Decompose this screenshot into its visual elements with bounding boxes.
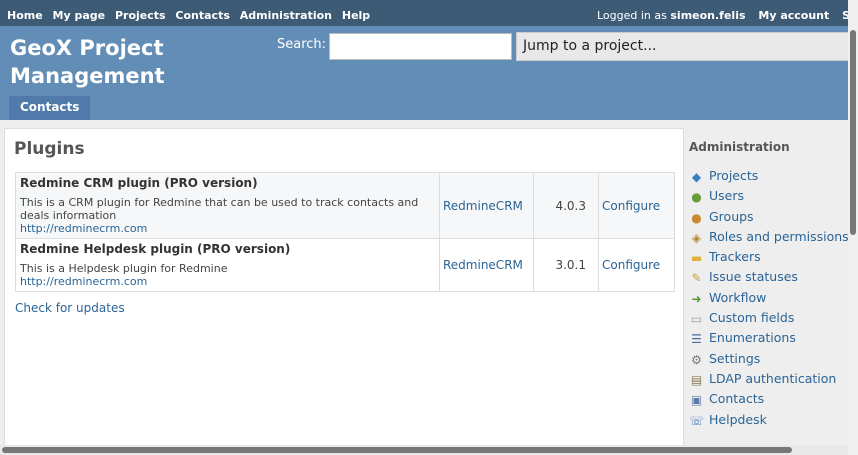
user-icon: ● [691,190,702,205]
plugin-description: This is a Helpdesk plugin for Redmine [20,262,228,275]
projects-icon: ◆ [691,170,702,184]
plugin-configure-cell: Configure [598,238,675,292]
logged-in-as: Logged in as simeon.felis [597,9,746,22]
plugin-author-cell: RedmineCRM [439,172,534,239]
plugin-version: 3.0.1 [533,238,599,292]
sidebar-item-users[interactable]: ● Users [689,188,858,208]
sidebar-item-settings[interactable]: ⚙ Settings [689,351,858,371]
top-menu-links: Home My page Projects Contacts Administr… [4,9,373,22]
workflow-icon: ➜ [691,291,702,306]
horizontal-scrollbar-thumb[interactable] [2,447,792,453]
plugin-author-cell: RedmineCRM [439,238,534,292]
top-menu-projects[interactable]: Projects [115,9,166,22]
top-menu-help[interactable]: Help [342,9,370,22]
plugin-description: This is a CRM plugin for Redmine that ca… [20,196,419,222]
sidebar-item-workflow[interactable]: ➜ Workflow [689,290,858,310]
plugin-version: 4.0.3 [533,172,599,239]
top-menu-home[interactable]: Home [7,9,43,22]
plugin-configure-cell: Configure [598,172,675,239]
sidebar-item-trackers[interactable]: ▬ Trackers [689,249,858,269]
sidebar-item-label[interactable]: Users [709,188,744,203]
sidebar-item-label[interactable]: Custom fields [709,310,794,325]
sidebar-item-label[interactable]: Issue statuses [709,269,798,284]
top-menu: Home My page Projects Contacts Administr… [0,0,858,26]
sidebar-item-enumerations[interactable]: ☰ Enumerations [689,330,858,350]
admin-menu: ◆ Projects ● Users ● Groups ◈ Roles and perm… [689,168,858,432]
top-menu-administration[interactable]: Administration [240,9,332,22]
contact-card-icon: ▣ [690,393,703,408]
plugin-author-link[interactable]: RedmineCRM [443,199,523,213]
sidebar-item-helpdesk[interactable]: ☏ Helpdesk [689,412,858,432]
sidebar-item-projects[interactable]: ◆ Projects [689,168,858,188]
check-for-updates-link[interactable]: Check for updates [15,301,125,315]
header: GeoX Project Management Search: Jump to … [0,26,858,120]
sidebar-item-label[interactable]: Contacts [709,391,764,406]
search-label: Search: [277,37,327,52]
plugin-name-cell: Redmine CRM plugin (PRO version) This is… [15,172,440,239]
sidebar-title: Administration [689,140,790,154]
page-title: Plugins [14,139,85,159]
gear-icon: ⚙ [691,352,702,367]
table-row: Redmine Helpdesk plugin (PRO version) Th… [15,238,675,292]
sidebar-item-custom-fields[interactable]: ▭ Custom fields [689,310,858,330]
key-icon: ◈ [691,230,702,245]
horizontal-scrollbar[interactable] [0,445,848,455]
list-icon: ☰ [691,332,702,347]
sidebar-item-label[interactable]: Trackers [709,249,761,264]
plugin-url-link[interactable]: http://redminecrm.com [20,275,435,288]
current-user[interactable]: simeon.felis [670,9,745,22]
sidebar-item-label[interactable]: Helpdesk [709,412,767,427]
sidebar: Administration ◆ Projects ● Users ● Groups … [689,140,858,432]
plugins-table: Redmine CRM plugin (PRO version) This is… [15,172,675,292]
top-menu-my-page[interactable]: My page [53,9,106,22]
plugin-name: Redmine CRM plugin (PRO version) [20,176,258,190]
textfield-icon: ▭ [690,312,703,327]
status-icon: ✎ [691,271,702,286]
configure-link[interactable]: Configure [602,199,660,213]
ticket-icon: ▬ [690,251,703,266]
sidebar-item-contacts[interactable]: ▣ Contacts [689,391,858,411]
sidebar-item-label[interactable]: Settings [709,351,760,366]
sidebar-item-label[interactable]: Roles and permissions [709,229,849,244]
table-row: Redmine CRM plugin (PRO version) This is… [15,172,675,239]
tab-contacts[interactable]: Contacts [9,96,91,120]
site-title[interactable]: GeoX Project Management [10,34,210,90]
vertical-scrollbar[interactable] [848,0,858,455]
project-jump-select[interactable]: Jump to a project... [516,32,858,61]
group-icon: ● [691,210,702,225]
configure-link[interactable]: Configure [602,258,660,272]
server-icon: ▤ [690,372,703,387]
search-input[interactable] [329,33,512,60]
sidebar-item-label[interactable]: Enumerations [709,330,796,345]
sidebar-item-roles[interactable]: ◈ Roles and permissions [689,229,858,249]
plugin-url-link[interactable]: http://redminecrm.com [20,222,435,235]
plugin-author-link[interactable]: RedmineCRM [443,258,523,272]
sidebar-item-issue-statuses[interactable]: ✎ Issue statuses [689,269,858,289]
my-account-link[interactable]: My account [758,9,829,22]
vertical-scrollbar-thumb[interactable] [850,30,856,235]
sidebar-item-groups[interactable]: ● Groups [689,209,858,229]
plugin-name-cell: Redmine Helpdesk plugin (PRO version) Th… [15,238,440,292]
sidebar-item-label[interactable]: Projects [709,168,758,183]
sidebar-item-label[interactable]: Workflow [709,290,766,305]
top-menu-contacts[interactable]: Contacts [175,9,229,22]
plugin-name: Redmine Helpdesk plugin (PRO version) [20,242,291,256]
sidebar-item-ldap[interactable]: ▤ LDAP authentication [689,371,858,391]
sidebar-item-label[interactable]: Groups [709,209,754,224]
content-area: Plugins Redmine CRM plugin (PRO version)… [4,128,684,448]
account-links: Logged in as simeon.felis My account Sig… [597,9,858,22]
sidebar-item-label[interactable]: LDAP authentication [709,371,836,386]
helpdesk-icon: ☏ [689,413,705,428]
